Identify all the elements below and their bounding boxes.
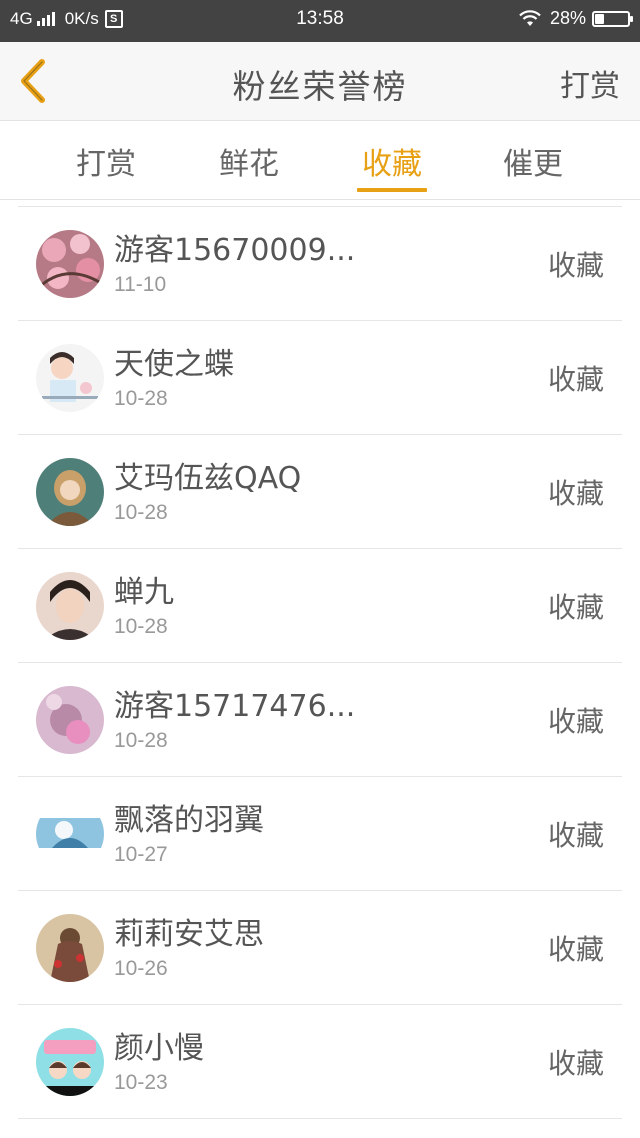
tab-collect[interactable]: 收藏 [332, 139, 452, 183]
avatar [36, 800, 104, 868]
user-name: 莉莉安艾思 [114, 917, 264, 952]
reward-button[interactable]: 打赏 [560, 61, 620, 105]
wifi-icon [519, 9, 541, 26]
avatar [36, 458, 104, 526]
avatar [36, 572, 104, 640]
item-date: 10-27 [114, 843, 168, 866]
battery-percent: 28% [549, 8, 586, 28]
status-bar: 4G 0K/s S 13:58 28% [0, 0, 640, 42]
user-name: 游客15717476... [114, 689, 356, 724]
page-title: 粉丝荣誉榜 [232, 67, 408, 106]
collect-label: 收藏 [547, 1047, 604, 1080]
status-right: 28% [518, 8, 633, 29]
collect-label: 收藏 [547, 705, 604, 738]
user-name: 天使之蝶 [114, 347, 234, 382]
list-item[interactable]: 天使之蝶 10-28 收藏 [18, 321, 622, 435]
item-date: 10-28 [114, 501, 168, 524]
avatar [36, 230, 104, 298]
item-date: 10-28 [114, 729, 168, 752]
collect-label: 收藏 [547, 363, 604, 396]
item-date: 10-28 [114, 615, 168, 638]
collect-label: 收藏 [547, 591, 604, 624]
tab-urge[interactable]: 催更 [473, 139, 593, 183]
list-item[interactable]: 游客15717476... 10-28 收藏 [18, 663, 622, 777]
item-date: 10-26 [114, 957, 168, 980]
tab-reward[interactable]: 打赏 [46, 139, 166, 183]
avatar [36, 344, 104, 412]
item-date: 11-10 [114, 273, 167, 296]
tab-bar: 打赏 鲜花 收藏 催更 [0, 121, 640, 200]
fan-list: 游客15670009... 11-10 收藏 天使之蝶 10-28 收藏 艾玛伍… [18, 206, 622, 1119]
avatar [36, 914, 104, 982]
item-date: 10-23 [114, 1071, 168, 1094]
collect-label: 收藏 [547, 477, 604, 510]
list-item[interactable]: 飘落的羽翼 10-27 收藏 [18, 777, 622, 891]
avatar [36, 1028, 104, 1096]
tab-flowers[interactable]: 鲜花 [189, 139, 309, 183]
list-item[interactable]: 蝉九 10-28 收藏 [18, 549, 622, 663]
nav-bar: 粉丝荣誉榜 打赏 [0, 42, 640, 121]
user-name: 飘落的羽翼 [114, 803, 264, 838]
collect-label: 收藏 [547, 933, 604, 966]
list-item[interactable]: 艾玛伍兹QAQ 10-28 收藏 [18, 435, 622, 549]
collect-label: 收藏 [547, 819, 604, 852]
item-date: 10-28 [114, 387, 168, 410]
user-name: 蝉九 [114, 575, 174, 610]
user-name: 颜小慢 [114, 1031, 204, 1066]
battery-icon [592, 10, 633, 27]
list-item[interactable]: 游客15670009... 11-10 收藏 [18, 207, 622, 321]
avatar [36, 686, 104, 754]
user-name: 艾玛伍兹QAQ [114, 461, 302, 496]
collect-label: 收藏 [547, 249, 604, 282]
user-name: 游客15670009... [114, 233, 356, 268]
list-item[interactable]: 莉莉安艾思 10-26 收藏 [18, 891, 622, 1005]
list-item[interactable]: 颜小慢 10-23 收藏 [18, 1005, 622, 1119]
active-tab-indicator [357, 188, 427, 192]
